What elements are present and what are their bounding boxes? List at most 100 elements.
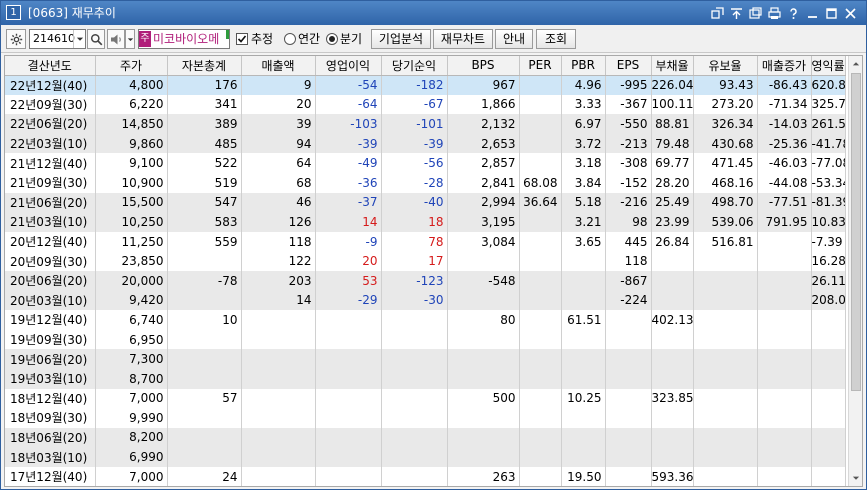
table-row[interactable]: 22년06월(20) 14,850 389 39 -103 -101 2,132 6.97 -5… xyxy=(5,114,846,134)
cell-bps xyxy=(447,349,520,369)
financial-trend-window: 1 [0663] 재무추이 214610 미코바이오메 주 추정 연간 분기 기… xyxy=(0,0,867,490)
annual-radio[interactable] xyxy=(284,33,296,45)
cell-reserve xyxy=(693,368,758,389)
cell-equity: 522 xyxy=(167,153,242,173)
table-row[interactable]: 21년09월(30) 10,900 519 68 -36 -28 2,841 68.08 3.8… xyxy=(5,172,846,193)
table-row[interactable]: 17년12월(40) 7,000 24 263 19.50 593.36 xyxy=(5,466,846,486)
cell-net: -40 xyxy=(381,192,448,213)
column-header[interactable]: 매출액 xyxy=(241,56,316,76)
minimize-icon[interactable] xyxy=(804,4,820,22)
cell-growth xyxy=(757,447,812,467)
cell-equity: 176 xyxy=(167,75,242,95)
cell-sales xyxy=(241,408,316,428)
column-header[interactable]: 영익률 xyxy=(811,56,846,76)
scroll-down-button[interactable] xyxy=(849,470,862,486)
sound-button[interactable] xyxy=(107,29,125,49)
vertical-scrollbar[interactable] xyxy=(848,56,862,486)
link-icon[interactable] xyxy=(709,4,725,22)
cell-growth: -86.43 xyxy=(757,75,812,95)
column-header[interactable]: PBR xyxy=(561,56,606,76)
scroll-thumb[interactable] xyxy=(851,73,861,391)
cell-reserve: 516.81 xyxy=(693,231,758,252)
table-row[interactable]: 18년09월(30) 9,990 xyxy=(5,408,846,428)
cell-margin xyxy=(811,349,846,369)
cell-price: 8,700 xyxy=(95,368,168,389)
quarter-radio[interactable] xyxy=(326,33,338,45)
table-row[interactable]: 19년09월(30) 6,950 xyxy=(5,329,846,350)
cell-margin: 620.88 xyxy=(811,75,846,95)
column-header[interactable]: EPS xyxy=(605,56,652,76)
table-row[interactable]: 22년09월(30) 6,220 341 20 -64 -67 1,866 3.33 -367 1… xyxy=(5,94,846,115)
table-row[interactable]: 20년09월(30) 23,850 122 20 17 118 16.28 xyxy=(5,251,846,271)
cell-per xyxy=(519,212,562,232)
column-header[interactable]: 주가 xyxy=(95,56,168,76)
cell-eps xyxy=(605,427,652,448)
table-row[interactable]: 20년12월(40) 11,250 559 118 -9 78 3,084 3.65 445 26… xyxy=(5,231,846,252)
title-bar[interactable]: 1 [0663] 재무추이 xyxy=(1,1,866,25)
estimate-checkbox[interactable] xyxy=(236,33,248,45)
cell-pbr: 10.25 xyxy=(561,388,606,409)
cell-period: 20년12월(40) xyxy=(5,231,96,252)
cell-price: 6,950 xyxy=(95,329,168,350)
table-row[interactable]: 20년06월(20) 20,000 -78 203 53 -123 -548 -867 26.1… xyxy=(5,270,846,291)
cell-op: -64 xyxy=(315,94,382,115)
financial-chart-button[interactable]: 재무차트 xyxy=(433,29,493,49)
column-header[interactable]: PER xyxy=(519,56,562,76)
column-header[interactable]: 당기순익 xyxy=(381,56,448,76)
screenshot-icon[interactable] xyxy=(747,4,763,22)
annual-label: 연간 xyxy=(298,32,321,46)
table-row[interactable]: 18년06월(20) 8,200 xyxy=(5,427,846,448)
column-header[interactable]: 결산년도 xyxy=(5,56,96,76)
table-row[interactable]: 19년06월(20) 7,300 xyxy=(5,349,846,369)
column-header[interactable]: 영업이익 xyxy=(315,56,382,76)
table-row[interactable]: 19년12월(40) 6,740 10 80 61.51 402.13 xyxy=(5,310,846,330)
column-header[interactable]: 부채율 xyxy=(651,56,694,76)
cell-eps: 118 xyxy=(605,251,652,271)
company-analysis-button[interactable]: 기업분석 xyxy=(371,29,431,49)
help-icon[interactable] xyxy=(785,4,801,22)
pin-top-icon[interactable] xyxy=(728,4,744,22)
table-row[interactable]: 22년12월(40) 4,800 176 9 -54 -182 967 4.96 -995 226… xyxy=(5,75,846,95)
sound-dropdown-button[interactable] xyxy=(125,29,135,49)
column-header[interactable]: 유보율 xyxy=(693,56,758,76)
column-header[interactable]: 자본총계 xyxy=(167,56,242,76)
cell-per xyxy=(519,270,562,291)
column-header[interactable]: BPS xyxy=(447,56,520,76)
cell-per xyxy=(519,114,562,134)
guide-button[interactable]: 안내 xyxy=(495,29,533,49)
table-row[interactable]: 19년03월(10) 8,700 xyxy=(5,368,846,389)
stock-code-dropdown-button[interactable] xyxy=(73,30,85,48)
cell-period: 17년12월(40) xyxy=(5,466,96,486)
table-row[interactable]: 18년03월(10) 6,990 xyxy=(5,447,846,467)
table-row[interactable]: 21년06월(20) 15,500 547 46 -37 -40 2,994 36.64 5.1… xyxy=(5,192,846,213)
table-row[interactable]: 20년03월(10)9,420 14-29-30 -224 208.01 xyxy=(5,290,846,311)
table-row[interactable]: 21년03월(10) 10,250 583 126 14 18 3,195 3.21 98 23.… xyxy=(5,212,846,232)
scroll-up-button[interactable] xyxy=(849,56,862,72)
stock-name-display[interactable]: 미코바이오메 xyxy=(138,29,230,49)
print-icon[interactable] xyxy=(766,4,782,22)
close-icon[interactable] xyxy=(842,4,858,22)
maximize-icon[interactable] xyxy=(823,4,839,22)
cell-bps: 967 xyxy=(447,75,520,95)
table-row[interactable]: 18년12월(40) 7,000 57 500 10.25 323.85 xyxy=(5,388,846,409)
cell-pbr: 6.97 xyxy=(561,114,606,134)
settings-button[interactable] xyxy=(6,29,26,49)
cell-sales: 14 xyxy=(241,290,316,311)
cell-margin xyxy=(811,408,846,428)
cell-net xyxy=(381,368,448,389)
cell-net: -101 xyxy=(381,114,448,134)
table-row[interactable]: 22년03월(10) 9,860 485 94 -39 -39 2,653 3.72 -213 7… xyxy=(5,133,846,154)
column-header[interactable]: 매출증가 xyxy=(757,56,812,76)
cell-eps: -152 xyxy=(605,172,652,193)
cell-per xyxy=(519,153,562,173)
window-number-badge: 1 xyxy=(6,5,21,20)
cell-price: 4,800 xyxy=(95,75,168,95)
query-button[interactable]: 조회 xyxy=(536,29,576,49)
cell-per xyxy=(519,133,562,154)
search-button[interactable] xyxy=(87,29,105,49)
cell-reserve: 430.68 xyxy=(693,133,758,154)
cell-pbr xyxy=(561,270,606,291)
table-row[interactable]: 21년12월(40) 9,100 522 64 -49 -56 2,857 3.18 -308 6… xyxy=(5,153,846,173)
cell-debt: 323.85 xyxy=(651,388,694,409)
cell-sales xyxy=(241,349,316,369)
